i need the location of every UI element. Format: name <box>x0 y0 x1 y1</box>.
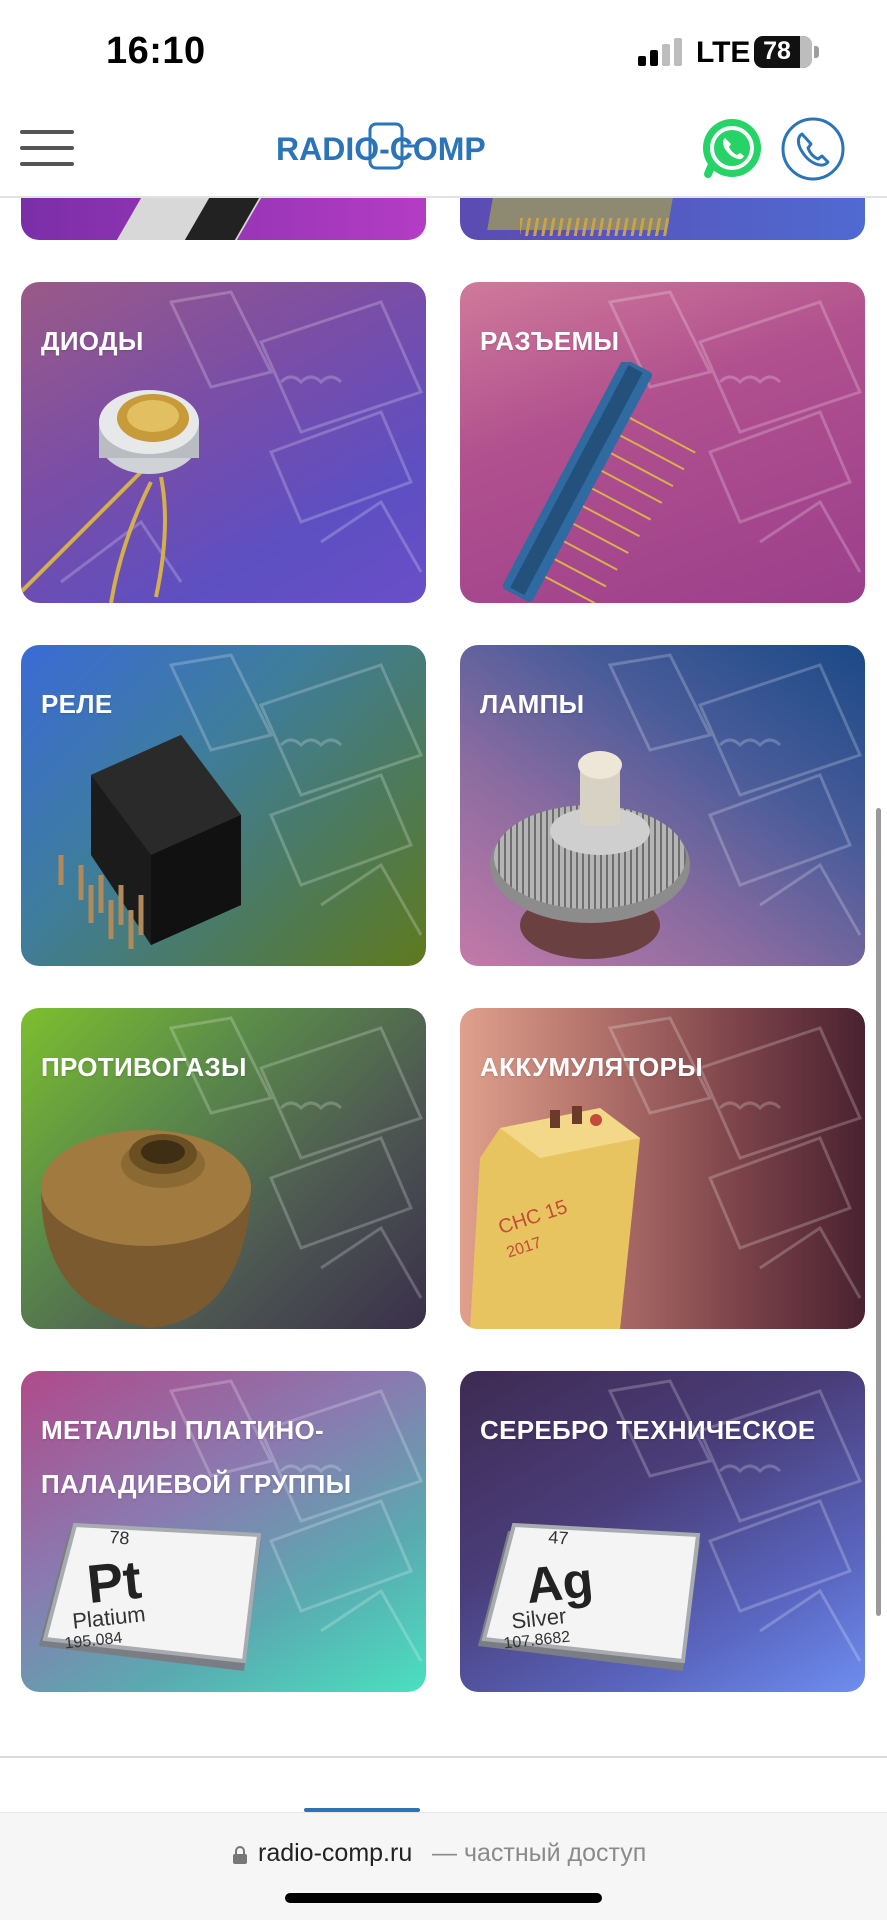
battery-cap <box>814 46 819 58</box>
catalog-card-gas-masks[interactable]: ПРОТИВОГАЗЫ <box>21 1008 426 1329</box>
site-header: RADIO-COMP <box>0 100 887 198</box>
category-label: МЕТАЛЛЫ ПЛАТИНО-ПАЛАДИЕВОЙ ГРУППЫ <box>41 1415 352 1499</box>
category-label: ЛАМПЫ <box>480 689 585 719</box>
catalog-card-diodes[interactable]: ДИОДЫ <box>21 282 426 603</box>
gas-mask-filter-image <box>41 1130 251 1328</box>
battery-icon: 78 <box>754 36 812 68</box>
battery-level: 78 <box>763 37 791 65</box>
connector-image <box>502 362 696 603</box>
category-label: АККУМУЛЯТОРЫ <box>480 1052 703 1082</box>
lock-icon <box>233 1846 247 1864</box>
network-type: LTE <box>696 36 751 69</box>
catalog-card-lamps[interactable]: ЛАМПЫ <box>460 645 865 966</box>
svg-text:78: 78 <box>109 1527 130 1548</box>
site-logo[interactable]: RADIO-COMP <box>270 118 520 178</box>
status-bar: 16:10 LTE 78 <box>0 0 887 100</box>
catalog-card-batteries[interactable]: СНС 15 2017 АККУМУЛЯТОРЫ <box>460 1008 865 1329</box>
browser-address-bar[interactable]: radio-comp.ru — частный доступ <box>0 1812 887 1920</box>
category-label: РЕЛЕ <box>41 689 113 719</box>
category-label: ДИОДЫ <box>41 326 144 356</box>
private-access-text: — частный доступ <box>432 1839 647 1867</box>
catalog-card-silver[interactable]: 47 Ag Silver 107.8682 СЕРЕБРО ТЕХНИЧЕСКО… <box>460 1371 865 1692</box>
lamp-image <box>490 751 690 959</box>
diode-image <box>21 390 199 603</box>
catalog-card-partial-left[interactable] <box>21 198 426 240</box>
home-indicator[interactable] <box>285 1893 602 1903</box>
signal-icon <box>638 38 682 66</box>
catalog-card-partial-right[interactable] <box>460 198 865 240</box>
catalog-grid: ДИОДЫ РАЗЪЕМЫ РЕЛЕ ЛАМПЫ ПРОТИВОГАЗЫ СНС… <box>0 198 887 1698</box>
silver-tile-image: 47 Ag Silver 107.8682 <box>478 1522 701 1671</box>
category-label: СЕРЕБРО ТЕХНИЧЕСКОЕ <box>480 1415 816 1445</box>
relay-image <box>58 735 241 949</box>
platinum-tile-image: 78 Pt Platium 195.084 <box>39 1522 262 1671</box>
logo-text: RADIO-COMP <box>276 131 486 167</box>
menu-icon[interactable] <box>20 130 74 166</box>
category-label: РАЗЪЕМЫ <box>480 326 620 356</box>
catalog-card-platinum-metals[interactable]: 78 Pt Platium 195.084 МЕТАЛЛЫ ПЛАТИНО-ПА… <box>21 1371 426 1692</box>
divider <box>0 1756 887 1758</box>
category-label: ПРОТИВОГАЗЫ <box>41 1052 247 1082</box>
battery-cell-image: СНС 15 2017 <box>470 1106 640 1329</box>
phone-icon[interactable] <box>780 116 846 182</box>
svg-text:47: 47 <box>548 1527 569 1548</box>
catalog-card-relays[interactable]: РЕЛЕ <box>21 645 426 966</box>
catalog-card-connectors[interactable]: РАЗЪЕМЫ <box>460 282 865 603</box>
whatsapp-icon[interactable] <box>700 116 764 180</box>
scrollbar[interactable] <box>876 808 881 1616</box>
url-text[interactable]: radio-comp.ru <box>258 1839 412 1868</box>
status-time: 16:10 <box>106 30 206 72</box>
